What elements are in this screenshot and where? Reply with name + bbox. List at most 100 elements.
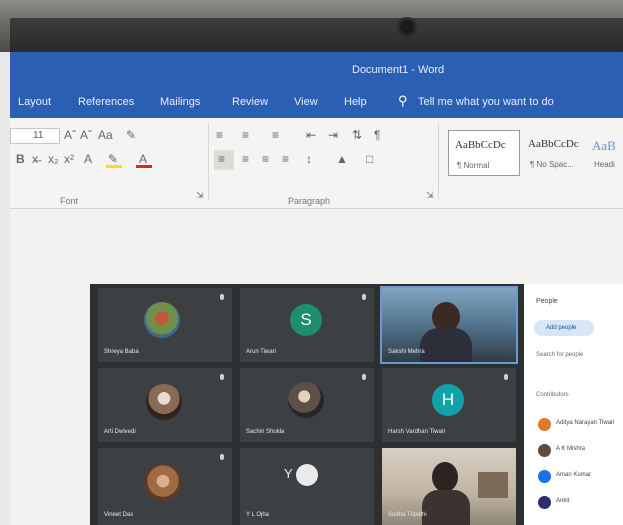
person-head [432, 462, 458, 492]
person-avatar [538, 444, 551, 457]
meeting-grid: Shreya Baba S Arun Tiwari Sakshi Mehra A… [90, 284, 524, 525]
shrink-font-icon[interactable]: Aˇ [80, 128, 92, 142]
align-right-icon[interactable]: ≡ [262, 152, 269, 166]
tab-help[interactable]: Help [344, 96, 367, 108]
align-center-icon[interactable]: ≡ [242, 152, 249, 166]
increase-indent-icon[interactable]: ⇥ [328, 128, 338, 142]
multilevel-list-icon[interactable]: ≡ [272, 128, 279, 142]
panel-header: People [536, 298, 558, 305]
grow-font-icon[interactable]: Aˆ [64, 128, 76, 142]
ribbon-tabs: Layout References Mailings Review View H… [10, 86, 623, 118]
pilcrow-icon[interactable]: ¶ [374, 128, 380, 142]
mic-icon [504, 374, 508, 380]
title-bar: Document1 - Word [10, 52, 623, 86]
participant-name: Sakshi Mehra [388, 349, 425, 355]
participant-tile[interactable]: H Harsh Vardhan Tiwari [382, 368, 516, 442]
font-size-value: 11 [33, 130, 44, 141]
mic-icon [220, 294, 224, 300]
style-preview: AaBbCcDc [528, 138, 579, 150]
paragraph-dialog-launcher-icon[interactable]: ⇲ [426, 190, 434, 201]
numbering-icon[interactable]: ≡ [242, 128, 249, 142]
sort-icon[interactable]: ⇅ [352, 128, 362, 142]
avatar: S [290, 304, 322, 336]
highlight-icon[interactable]: ✎ [106, 152, 124, 168]
participant-name: Sachin Shukla [246, 429, 285, 435]
style-preview: AaBbCcDc [455, 139, 506, 151]
style-no-spacing[interactable]: AaBbCcDc ¶ No Spac... [522, 130, 584, 174]
avatar [144, 464, 182, 502]
style-normal[interactable]: AaBbCcDc ¶ Normal [448, 130, 520, 176]
line-spacing-icon[interactable]: ↕ [306, 152, 312, 166]
participant-tile[interactable]: S Arun Tiwari [240, 288, 374, 362]
laptop-screen: Document1 - Word Layout References Maili… [10, 52, 623, 525]
person-avatar [538, 496, 551, 509]
tab-layout[interactable]: Layout [18, 96, 51, 108]
tab-view[interactable]: View [294, 96, 318, 108]
shading-icon[interactable]: ▲ [336, 152, 348, 166]
strike-icon[interactable]: x̶ [32, 152, 38, 166]
initial-letter: Y [284, 466, 293, 481]
participant-tile[interactable]: Y Y L Ojha [240, 448, 374, 525]
style-heading[interactable]: AaB Headi [586, 130, 623, 174]
change-case-icon[interactable]: Aa [98, 128, 113, 142]
superscript-icon[interactable]: x² [64, 152, 74, 166]
laptop-bezel [0, 0, 623, 52]
style-name: Headi [594, 160, 615, 169]
person-name: Aman Kumar [556, 472, 592, 478]
bezel-strip [10, 18, 623, 52]
people-panel: People Add people Search for people Cont… [524, 284, 623, 525]
subscript-icon[interactable]: x₂ [48, 152, 59, 166]
mic-icon [220, 454, 224, 460]
avatar: H [432, 384, 464, 416]
ribbon-divider [208, 124, 209, 200]
ribbon-divider [438, 124, 439, 200]
bullets-icon[interactable]: ≡ [216, 128, 223, 142]
person-name: Aditya Narayan Tiwari [556, 420, 615, 426]
participant-tile[interactable]: Arti Dwivedi [98, 368, 232, 442]
participant-name: Y L Ojha [246, 512, 270, 518]
clear-format-icon[interactable]: ✎ [126, 128, 136, 142]
add-people-label: Add people [546, 325, 577, 331]
avatar [288, 382, 324, 418]
person-avatar [538, 470, 551, 483]
webcam-icon [400, 20, 414, 34]
participant-name: Arun Tiwari [246, 349, 277, 355]
bold-icon[interactable]: B [16, 152, 25, 166]
participant-name: Shreya Baba [104, 349, 139, 355]
participant-name: Vineet Das [104, 512, 134, 518]
person-body [422, 490, 470, 525]
participant-name: Sudha Tripathi [388, 512, 427, 518]
person-name: Ankit [556, 498, 570, 504]
background-shelf [478, 472, 508, 498]
decrease-indent-icon[interactable]: ⇤ [306, 128, 316, 142]
tab-mailings[interactable]: Mailings [160, 96, 200, 108]
justify-icon[interactable]: ≡ [282, 152, 289, 166]
tell-me-search[interactable]: Tell me what you want to do [418, 96, 554, 108]
section-label: Contributors [536, 392, 569, 398]
avatar [146, 384, 182, 420]
lightbulb-icon: ⚲ [398, 93, 408, 108]
participant-tile[interactable]: Sachin Shukla [240, 368, 374, 442]
participant-video[interactable]: Sakshi Mehra [380, 286, 518, 364]
font-color-icon[interactable]: A [136, 152, 154, 168]
avatar [144, 302, 180, 338]
text-effects-icon[interactable]: A [84, 152, 92, 166]
search-people-input[interactable]: Search for people [536, 352, 583, 358]
style-name: ¶ Normal [457, 161, 490, 170]
participant-name: Harsh Vardhan Tiwari [388, 429, 446, 435]
mic-icon [362, 374, 366, 380]
tab-references[interactable]: References [78, 96, 134, 108]
font-size-select[interactable]: 11 [10, 128, 60, 144]
font-dialog-launcher-icon[interactable]: ⇲ [196, 190, 204, 201]
participant-tile[interactable]: Vineet Das [98, 448, 232, 525]
add-people-button[interactable]: Add people [534, 320, 594, 336]
person-avatar [538, 418, 551, 431]
participant-video[interactable]: Sudha Tripathi [382, 448, 516, 525]
borders-icon[interactable]: □ [366, 152, 373, 166]
tab-review[interactable]: Review [232, 96, 268, 108]
participant-tile[interactable]: Shreya Baba [98, 288, 232, 362]
person-name: A K Mishra [556, 446, 586, 452]
align-left-icon[interactable]: ≡ [214, 150, 234, 170]
style-preview: AaB [592, 138, 616, 153]
style-name: ¶ No Spac... [530, 160, 574, 169]
